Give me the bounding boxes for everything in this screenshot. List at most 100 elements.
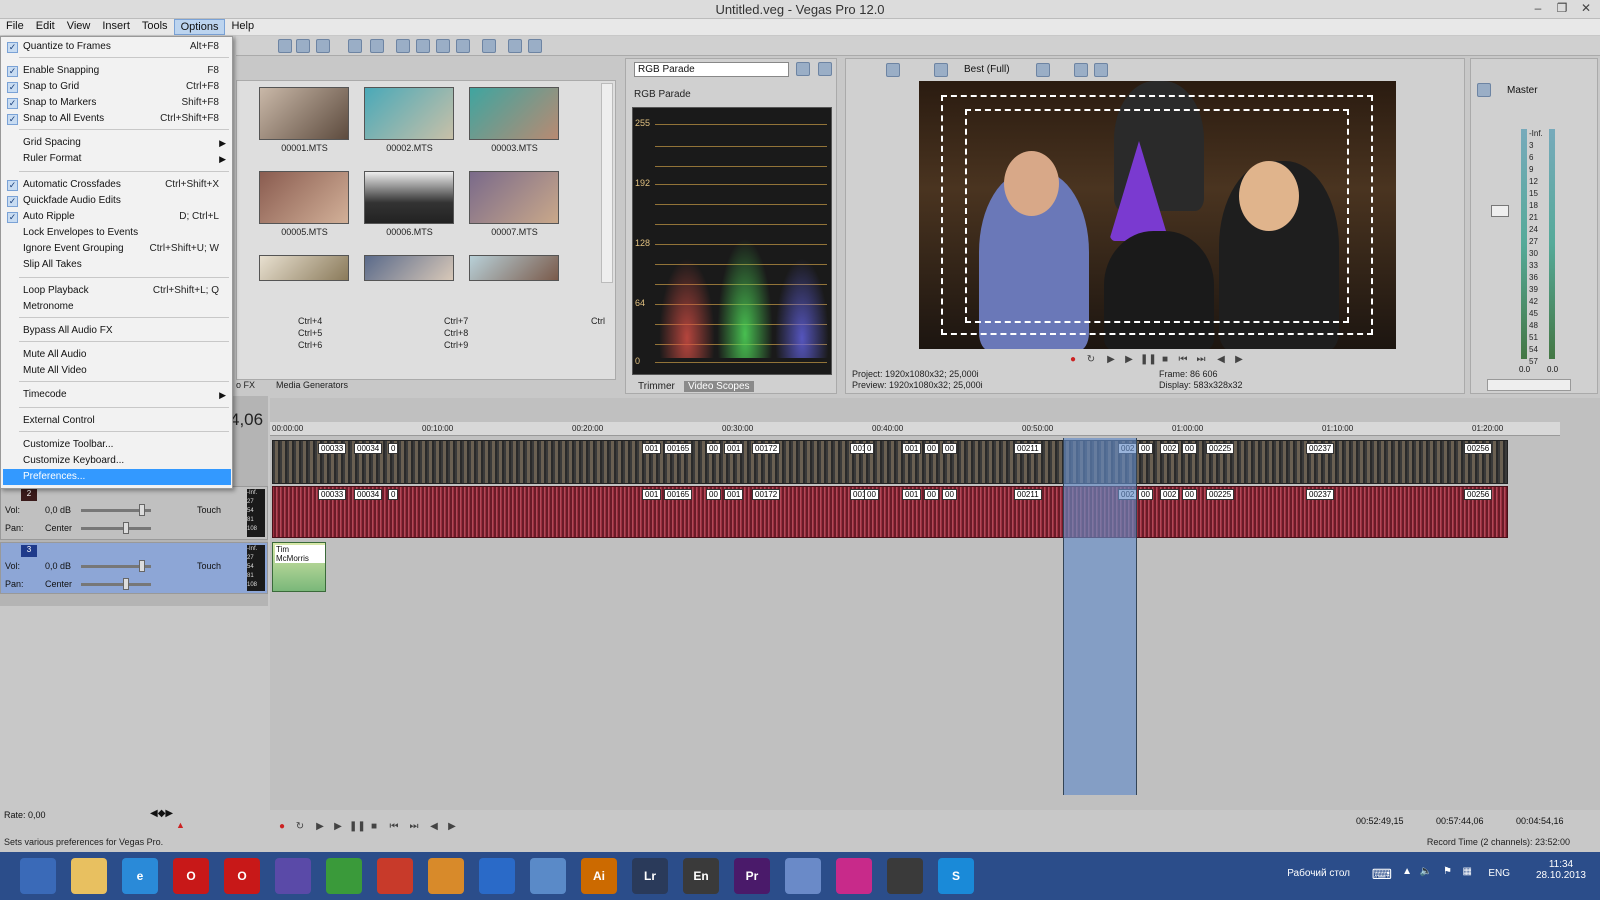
tray-expand-icon[interactable]: ▲	[1402, 866, 1412, 877]
master-fader[interactable]	[1491, 205, 1509, 217]
keyboard-icon[interactable]: ⌨	[1372, 866, 1392, 883]
menu-item-quantize-to-frames[interactable]: ✓ Quantize to Frames Alt+F8	[3, 39, 231, 55]
network-icon[interactable]: ▦	[1463, 866, 1472, 877]
play-icon[interactable]: ▶	[331, 820, 345, 834]
time-ruler[interactable]: 00:00:00 00:10:00 00:20:00 00:30:00 00:4…	[270, 422, 1560, 436]
tab-media-generators[interactable]: Media Generators	[276, 380, 348, 390]
taskbar-app-icon[interactable]	[275, 858, 311, 894]
pan-slider[interactable]	[81, 522, 151, 534]
menu-view[interactable]: View	[61, 19, 97, 35]
clock[interactable]: 11:34 28.10.2013	[1536, 859, 1586, 881]
taskbar-app-icon[interactable]: Ai	[581, 858, 617, 894]
pan-knob[interactable]	[123, 522, 129, 534]
menu-item-enable-snapping[interactable]: ✓ Enable Snapping F8	[3, 63, 231, 79]
selection-length[interactable]: 00:04:54,16	[1516, 816, 1564, 826]
scope-update-icon[interactable]	[818, 62, 832, 76]
media-thumbnail[interactable]	[364, 87, 454, 140]
menu-item-customize-keyboard[interactable]: Customize Keyboard...	[3, 453, 231, 469]
zoom-tool-icon[interactable]	[348, 39, 362, 53]
menu-item-lock-envelopes-to-events[interactable]: Lock Envelopes to Events	[3, 225, 231, 241]
menu-item-mute-all-video[interactable]: Mute All Video	[3, 363, 231, 379]
scope-settings-icon[interactable]	[796, 62, 810, 76]
loop-icon[interactable]: ↻	[293, 820, 307, 834]
pan-slider[interactable]	[81, 578, 151, 590]
taskbar-app-icon[interactable]	[479, 858, 515, 894]
stop-icon[interactable]: ■	[1158, 353, 1172, 367]
prev-frame-icon[interactable]: ◀	[427, 820, 441, 834]
split-icon[interactable]	[508, 39, 522, 53]
taskbar-app-icon[interactable]: e	[122, 858, 158, 894]
explorer-scrollbar[interactable]	[601, 83, 613, 283]
automation-mode[interactable]: Touch	[197, 561, 221, 571]
lock-envelopes-icon[interactable]	[416, 39, 430, 53]
taskbar-app-icon[interactable]: Lr	[632, 858, 668, 894]
next-frame-icon[interactable]: ▶	[1232, 353, 1246, 367]
taskbar-app-icon[interactable]	[785, 858, 821, 894]
selection-tool-icon[interactable]	[316, 39, 330, 53]
play-from-start-icon[interactable]: ▶	[1104, 353, 1118, 367]
preview-device-icon[interactable]	[886, 63, 900, 77]
maximize-icon[interactable]: ❐	[1552, 1, 1572, 15]
record-icon[interactable]: ●	[1066, 353, 1080, 367]
menu-insert[interactable]: Insert	[96, 19, 136, 35]
menu-item-loop-playback[interactable]: Loop Playback Ctrl+Shift+L; Q	[3, 283, 231, 299]
save-snapshot-icon[interactable]	[1094, 63, 1108, 77]
taskbar-app-icon[interactable]: Pr	[734, 858, 770, 894]
taskbar-app-icon[interactable]	[428, 858, 464, 894]
split-screen-icon[interactable]	[934, 63, 948, 77]
go-to-end-icon[interactable]: ⏭	[1194, 353, 1208, 367]
menu-item-grid-spacing[interactable]: Grid Spacing ▶	[3, 135, 231, 151]
desktop-toolbar[interactable]: Рабочий стол	[1287, 868, 1350, 879]
rate-slider-icon[interactable]: ◀◆▶	[150, 808, 173, 819]
go-to-end-icon[interactable]: ⏭	[407, 820, 421, 834]
master-bus-icon[interactable]	[1477, 83, 1491, 97]
play-icon[interactable]: ▶	[1122, 353, 1136, 367]
menu-item-snap-to-all-events[interactable]: ✓ Snap to All Events Ctrl+Shift+F8	[3, 111, 231, 127]
preview-quality-select[interactable]: Best (Full)	[964, 64, 1010, 75]
stop-icon[interactable]: ■	[367, 820, 381, 834]
play-from-start-icon[interactable]: ▶	[313, 820, 327, 834]
taskbar-app-icon[interactable]	[20, 858, 56, 894]
media-thumbnail[interactable]	[259, 87, 349, 140]
menu-edit[interactable]: Edit	[30, 19, 61, 35]
loop-icon[interactable]: ↻	[1084, 353, 1098, 367]
media-thumbnail[interactable]	[259, 171, 349, 224]
envelope-tool-icon[interactable]	[296, 39, 310, 53]
record-icon[interactable]: ●	[275, 820, 289, 834]
menu-file[interactable]: File	[0, 19, 30, 35]
menu-item-auto-ripple[interactable]: ✓ Auto Ripple D; Ctrl+L	[3, 209, 231, 225]
prev-frame-icon[interactable]: ◀	[1214, 353, 1228, 367]
tab-trimmer[interactable]: Trimmer	[638, 381, 675, 392]
language-indicator[interactable]: ENG	[1488, 868, 1510, 879]
taskbar-app-icon[interactable]	[71, 858, 107, 894]
tab-video-scopes[interactable]: Video Scopes	[684, 381, 754, 392]
taskbar-app-icon[interactable]: O	[173, 858, 209, 894]
menu-tools[interactable]: Tools	[136, 19, 174, 35]
menu-item-customize-toolbar[interactable]: Customize Toolbar...	[3, 437, 231, 453]
trim-icon[interactable]	[528, 39, 542, 53]
menu-item-slip-all-takes[interactable]: Slip All Takes	[3, 257, 231, 273]
go-to-start-icon[interactable]: ⏮	[1176, 353, 1190, 367]
taskbar-app-icon[interactable]	[326, 858, 362, 894]
selection-end[interactable]: 00:57:44,06	[1436, 816, 1484, 826]
mixer-scrollbar[interactable]	[1487, 379, 1571, 391]
pause-icon[interactable]: ❚❚	[1140, 353, 1157, 367]
loop-region-selection[interactable]	[1063, 438, 1137, 795]
menu-item-quickfade-audio-edits[interactable]: ✓ Quickfade Audio Edits	[3, 193, 231, 209]
tab-video-fx[interactable]: o FX	[236, 380, 255, 390]
copy-snapshot-icon[interactable]	[1074, 63, 1088, 77]
menu-item-bypass-all-audio-fx[interactable]: Bypass All Audio FX	[3, 323, 231, 339]
menu-item-external-control[interactable]: External Control	[3, 413, 231, 429]
taskbar-app-icon[interactable]: S	[938, 858, 974, 894]
overlays-icon[interactable]	[1036, 63, 1050, 77]
menu-item-ruler-format[interactable]: Ruler Format ▶	[3, 151, 231, 167]
normal-edit-tool-icon[interactable]	[278, 39, 292, 53]
taskbar-app-icon[interactable]	[836, 858, 872, 894]
volume-icon[interactable]: 🔈	[1420, 866, 1432, 877]
media-thumbnail[interactable]	[364, 171, 454, 224]
volume-slider[interactable]	[81, 560, 151, 572]
flag-icon[interactable]: ⚑	[1443, 866, 1452, 877]
selection-start[interactable]: 00:52:49,15	[1356, 816, 1404, 826]
volume-slider[interactable]	[81, 504, 151, 516]
minimize-icon[interactable]: –	[1528, 1, 1548, 15]
